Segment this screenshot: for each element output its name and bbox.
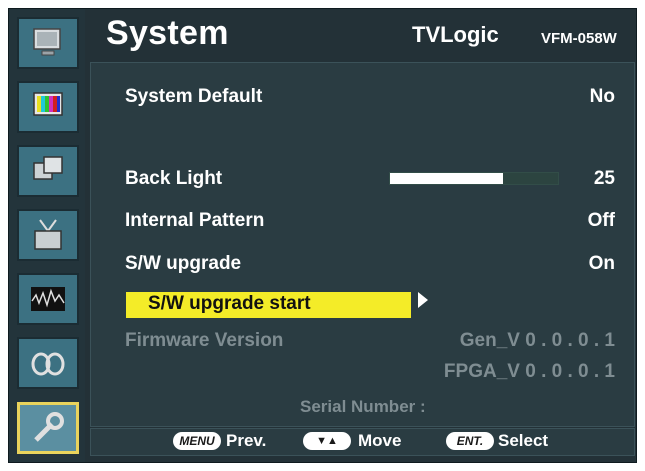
sw-upgrade-start-label[interactable]: S/W upgrade start (148, 293, 311, 315)
firmware-gen-version: Gen_V 0 . 0 . 0 . 1 (459, 330, 615, 351)
move-key-badge: ▼▲ (303, 432, 351, 450)
monitor-icon (33, 28, 61, 56)
sidebar (9, 9, 85, 462)
sidebar-item-waveform[interactable] (17, 273, 79, 325)
tv-antenna-icon (34, 219, 62, 250)
sw-upgrade-label[interactable]: S/W upgrade (125, 253, 241, 275)
arrow-right-icon[interactable] (418, 292, 428, 308)
internal-pattern-label[interactable]: Internal Pattern (125, 210, 264, 232)
prev-hint: Prev. (226, 431, 267, 450)
back-light-label[interactable]: Back Light (125, 168, 222, 190)
select-hint: Select (498, 431, 549, 450)
brand-name: TVLogic (412, 22, 499, 47)
enter-key-badge: ENT. (446, 432, 494, 450)
waveform-icon (31, 287, 65, 311)
page-title: System (106, 14, 229, 52)
sidebar-item-monitor[interactable] (17, 17, 79, 69)
firmware-fpga-version: FPGA_V 0 . 0 . 0 . 1 (443, 361, 615, 382)
sidebar-item-system[interactable] (17, 402, 79, 454)
firmware-version-label: Firmware Version (125, 330, 284, 351)
model-name: VFM-058W (541, 30, 617, 47)
system-default-value[interactable]: No (590, 86, 615, 108)
back-light-value: 25 (593, 168, 615, 189)
audio-icon (31, 352, 65, 376)
system-tools-icon (34, 412, 64, 442)
color-bars-icon (33, 92, 63, 116)
move-hint: Move (358, 431, 402, 450)
sidebar-item-input[interactable] (17, 209, 79, 261)
menu-key-badge: MENU (173, 432, 221, 450)
sidebar-item-color[interactable] (17, 81, 79, 133)
back-light-slider-fill (390, 173, 503, 184)
system-default-label[interactable]: System Default (125, 86, 262, 108)
sw-upgrade-value[interactable]: On (589, 253, 615, 275)
windows-icon (33, 156, 63, 180)
internal-pattern-value[interactable]: Off (588, 210, 615, 232)
back-light-slider[interactable] (389, 172, 559, 185)
sidebar-item-audio[interactable] (17, 337, 79, 389)
sidebar-item-windows[interactable] (17, 145, 79, 197)
serial-number-label: Serial Number : (300, 397, 426, 416)
